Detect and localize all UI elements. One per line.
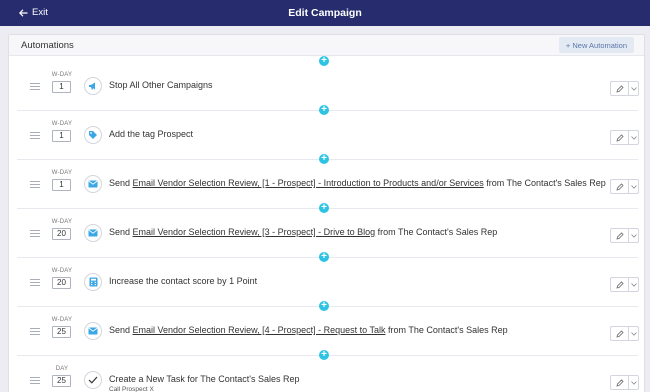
email-icon bbox=[84, 224, 102, 242]
automations-panel: Automations + New Automation + W-DAY 1 Stop… bbox=[8, 34, 645, 392]
drag-handle-icon[interactable] bbox=[30, 181, 40, 188]
automation-suffix: from The Contact's Sales Rep bbox=[385, 325, 508, 335]
automation-text: Send bbox=[109, 178, 133, 188]
automation-row: W-DAY 20 Send Email Vendor Selection Revie… bbox=[17, 209, 639, 258]
automation-description: Add the tag Prospect bbox=[109, 129, 193, 139]
pencil-icon[interactable] bbox=[611, 229, 629, 242]
chevron-down-icon[interactable] bbox=[629, 180, 638, 193]
drag-handle-icon[interactable] bbox=[30, 83, 40, 90]
pencil-icon[interactable] bbox=[611, 82, 629, 95]
task-subtext: Call Prospect X bbox=[109, 386, 154, 392]
chevron-down-icon[interactable] bbox=[629, 131, 638, 144]
drag-handle-icon[interactable] bbox=[30, 132, 40, 139]
panel-title: Automations bbox=[21, 40, 74, 51]
drag-handle-icon[interactable] bbox=[30, 279, 40, 286]
automation-row: W-DAY 1 Stop All Other Campaigns bbox=[17, 62, 639, 111]
automation-description: Create a New Task for The Contact's Sale… bbox=[109, 374, 299, 384]
automation-row: W-DAY 20 Increase the contact score by 1 P… bbox=[17, 258, 639, 307]
day-input[interactable]: 1 bbox=[52, 179, 71, 191]
new-automation-button[interactable]: + New Automation bbox=[558, 37, 634, 53]
pencil-icon[interactable] bbox=[611, 278, 629, 291]
day-label: W-DAY bbox=[51, 170, 73, 176]
pencil-icon[interactable] bbox=[611, 180, 629, 193]
automation-row: DAY 25 Create a New Task for The Contact's… bbox=[17, 356, 639, 392]
automation-text: Send bbox=[109, 325, 133, 335]
day-label: W-DAY bbox=[51, 317, 73, 323]
megaphone-icon bbox=[84, 77, 102, 95]
pencil-icon[interactable] bbox=[611, 327, 629, 340]
drag-handle-icon[interactable] bbox=[30, 377, 40, 384]
chevron-down-icon[interactable] bbox=[629, 278, 638, 291]
day-input[interactable]: 20 bbox=[52, 277, 71, 289]
automation-description: Send Email Vendor Selection Review, [1 -… bbox=[109, 178, 606, 188]
automation-description: Send Email Vendor Selection Review, [3 -… bbox=[109, 227, 497, 237]
automation-description: Stop All Other Campaigns bbox=[109, 80, 213, 90]
edit-dropdown-button[interactable] bbox=[610, 81, 639, 96]
checkmark-icon bbox=[84, 371, 102, 389]
pencil-icon[interactable] bbox=[611, 376, 629, 389]
automation-description: Send Email Vendor Selection Review, [4 -… bbox=[109, 325, 508, 335]
pencil-icon[interactable] bbox=[611, 131, 629, 144]
automation-row: W-DAY 1 Send Email Vendor Selection Review… bbox=[17, 160, 639, 209]
day-label: DAY bbox=[55, 366, 69, 372]
automation-suffix: from The Contact's Sales Rep bbox=[375, 227, 498, 237]
email-icon bbox=[84, 175, 102, 193]
email-icon bbox=[84, 322, 102, 340]
day-input[interactable]: 25 bbox=[52, 375, 71, 387]
edit-dropdown-button[interactable] bbox=[610, 326, 639, 341]
day-input[interactable]: 20 bbox=[52, 228, 71, 240]
chevron-down-icon[interactable] bbox=[629, 376, 638, 389]
page-title: Edit Campaign bbox=[288, 7, 362, 19]
day-label: W-DAY bbox=[51, 121, 73, 127]
drag-handle-icon[interactable] bbox=[30, 328, 40, 335]
automation-row: W-DAY 25 Send Email Vendor Selection Revie… bbox=[17, 307, 639, 356]
calculator-icon bbox=[84, 273, 102, 291]
automation-text: Send bbox=[109, 227, 133, 237]
day-label: W-DAY bbox=[51, 268, 73, 274]
day-input[interactable]: 25 bbox=[52, 326, 71, 338]
new-automation-label: + New Automation bbox=[565, 40, 627, 50]
panel-header: Automations + New Automation bbox=[9, 35, 644, 56]
edit-dropdown-button[interactable] bbox=[610, 228, 639, 243]
top-bar: Exit Edit Campaign bbox=[0, 0, 650, 26]
automation-description: Increase the contact score by 1 Point bbox=[109, 276, 257, 286]
tag-icon bbox=[84, 126, 102, 144]
automation-text: Create a New Task for The Contact's Sale… bbox=[109, 374, 300, 384]
email-link[interactable]: Email Vendor Selection Review, [3 - Pros… bbox=[133, 227, 376, 237]
drag-handle-icon[interactable] bbox=[30, 230, 40, 237]
automation-text: Add the tag Prospect bbox=[109, 129, 194, 139]
chevron-down-icon[interactable] bbox=[629, 327, 638, 340]
edit-dropdown-button[interactable] bbox=[610, 375, 639, 390]
edit-dropdown-button[interactable] bbox=[610, 179, 639, 194]
day-label: W-DAY bbox=[51, 219, 73, 225]
day-input[interactable]: 1 bbox=[52, 81, 71, 93]
email-link[interactable]: Email Vendor Selection Review, [1 - Pros… bbox=[133, 178, 484, 188]
chevron-down-icon[interactable] bbox=[629, 229, 638, 242]
automation-text: Stop All Other Campaigns bbox=[109, 80, 213, 90]
automation-row: W-DAY 1 Add the tag Prospect bbox=[17, 111, 639, 160]
day-input[interactable]: 1 bbox=[52, 130, 71, 142]
day-label: W-DAY bbox=[51, 72, 73, 78]
email-link[interactable]: Email Vendor Selection Review, [4 - Pros… bbox=[133, 325, 386, 335]
edit-dropdown-button[interactable] bbox=[610, 277, 639, 292]
chevron-down-icon[interactable] bbox=[629, 82, 638, 95]
automation-text: Increase the contact score by 1 Point bbox=[109, 276, 258, 286]
edit-dropdown-button[interactable] bbox=[610, 130, 639, 145]
automation-suffix: from The Contact's Sales Rep bbox=[483, 178, 606, 188]
